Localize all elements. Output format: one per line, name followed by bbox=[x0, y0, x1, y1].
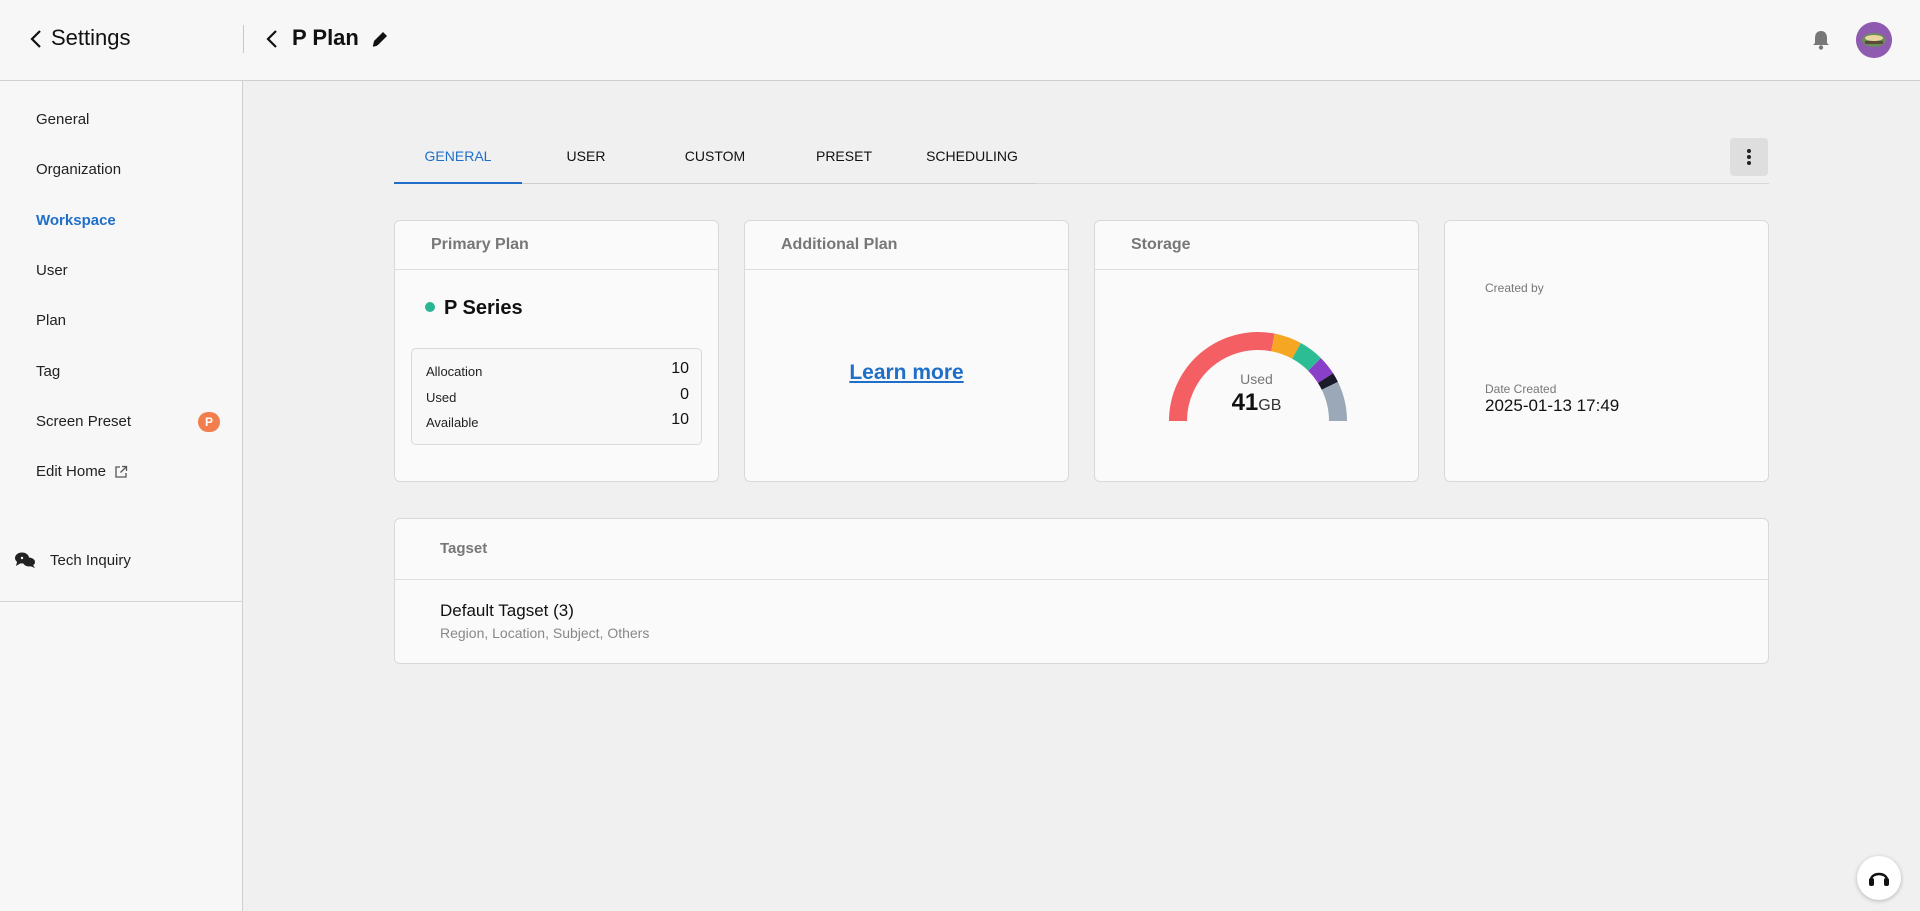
tagset-description: Region, Location, Subject, Others bbox=[440, 625, 650, 641]
tech-inquiry-link[interactable]: Tech Inquiry bbox=[50, 552, 131, 569]
status-dot-icon bbox=[425, 302, 435, 312]
gauge-segment-1 bbox=[1270, 333, 1301, 359]
back-arrow-icon[interactable] bbox=[27, 26, 47, 52]
external-link-icon bbox=[115, 465, 128, 478]
sidebar-item-plan[interactable]: Plan bbox=[36, 312, 66, 329]
gauge-segment-2 bbox=[1291, 343, 1321, 372]
table-row: Used 0 bbox=[426, 386, 689, 408]
tab-bar: GENERAL USER CUSTOM PRESET SCHEDULING bbox=[394, 138, 1036, 184]
plan-series-name: P Series bbox=[444, 297, 523, 319]
table-row: Available 10 bbox=[426, 411, 689, 433]
sidebar-item-general[interactable]: General bbox=[36, 111, 89, 128]
created-by-label: Created by bbox=[1485, 281, 1544, 295]
row-label: Used bbox=[426, 390, 457, 405]
sidebar: General Organization Workspace User Plan… bbox=[0, 81, 243, 911]
top-header: Settings P Plan bbox=[0, 0, 1920, 81]
settings-title: Settings bbox=[51, 25, 131, 50]
header-divider bbox=[243, 25, 244, 53]
bell-icon[interactable] bbox=[1810, 29, 1832, 51]
tagset-card: Tagset Default Tagset (3) Region, Locati… bbox=[394, 518, 1769, 664]
created-info-card: Created by Date Created 2025-01-13 17:49 bbox=[1444, 220, 1769, 482]
additional-plan-card: Additional Plan Learn more bbox=[744, 220, 1069, 482]
more-options-button[interactable] bbox=[1730, 138, 1768, 176]
tagset-title: Tagset bbox=[395, 519, 1768, 580]
tab-user[interactable]: USER bbox=[522, 138, 650, 184]
row-value: 10 bbox=[671, 360, 689, 377]
support-button[interactable] bbox=[1857, 856, 1901, 900]
row-label: Allocation bbox=[426, 364, 483, 379]
primary-plan-card: Primary Plan P Series Allocation 10 Used… bbox=[394, 220, 719, 482]
card-title: Primary Plan bbox=[395, 221, 718, 270]
kebab-dot-icon bbox=[1747, 155, 1751, 159]
sidebar-divider bbox=[0, 601, 243, 602]
gauge-label: Used bbox=[1240, 371, 1273, 387]
premium-badge: P bbox=[198, 412, 220, 432]
page-title: P Plan bbox=[292, 25, 359, 50]
tab-scheduling[interactable]: SCHEDULING bbox=[908, 138, 1036, 184]
back-arrow-icon[interactable] bbox=[263, 26, 283, 52]
sidebar-item-screen-preset[interactable]: Screen Preset bbox=[36, 413, 131, 430]
gauge-value: 41GB bbox=[1095, 389, 1418, 417]
table-row: Allocation 10 bbox=[426, 360, 689, 382]
card-title: Additional Plan bbox=[745, 221, 1068, 270]
allocation-table: Allocation 10 Used 0 Available 10 bbox=[411, 348, 702, 445]
date-created-label: Date Created bbox=[1485, 382, 1557, 396]
headset-icon bbox=[1869, 872, 1889, 886]
sidebar-item-tag[interactable]: Tag bbox=[36, 363, 60, 380]
row-label: Available bbox=[426, 415, 479, 430]
tab-custom[interactable]: CUSTOM bbox=[651, 138, 779, 184]
row-value: 0 bbox=[680, 386, 689, 403]
sidebar-item-organization[interactable]: Organization bbox=[36, 161, 121, 178]
row-value: 10 bbox=[671, 411, 689, 428]
tab-preset[interactable]: PRESET bbox=[780, 138, 908, 184]
tab-general[interactable]: GENERAL bbox=[394, 138, 522, 184]
pencil-edit-icon[interactable] bbox=[370, 29, 390, 49]
card-title: Storage bbox=[1095, 221, 1418, 270]
sidebar-item-workspace[interactable]: Workspace bbox=[36, 212, 116, 229]
plan-series: P Series bbox=[425, 297, 523, 320]
storage-used-value: 41 bbox=[1231, 389, 1259, 416]
tagset-name[interactable]: Default Tagset (3) bbox=[440, 601, 574, 621]
avatar-image-icon bbox=[1856, 22, 1892, 58]
kebab-dot-icon bbox=[1747, 149, 1751, 153]
sidebar-item-edit-home[interactable]: Edit Home bbox=[36, 463, 106, 480]
tab-bar-underline bbox=[1036, 183, 1769, 184]
avatar[interactable] bbox=[1856, 22, 1892, 58]
kebab-dot-icon bbox=[1747, 161, 1751, 165]
sidebar-item-user[interactable]: User bbox=[36, 262, 68, 279]
learn-more-link[interactable]: Learn more bbox=[745, 361, 1068, 385]
date-created-value: 2025-01-13 17:49 bbox=[1485, 396, 1620, 415]
chat-bubbles-icon bbox=[15, 552, 35, 568]
storage-unit: GB bbox=[1258, 397, 1282, 414]
storage-card: Storage Used 41GB bbox=[1094, 220, 1419, 482]
